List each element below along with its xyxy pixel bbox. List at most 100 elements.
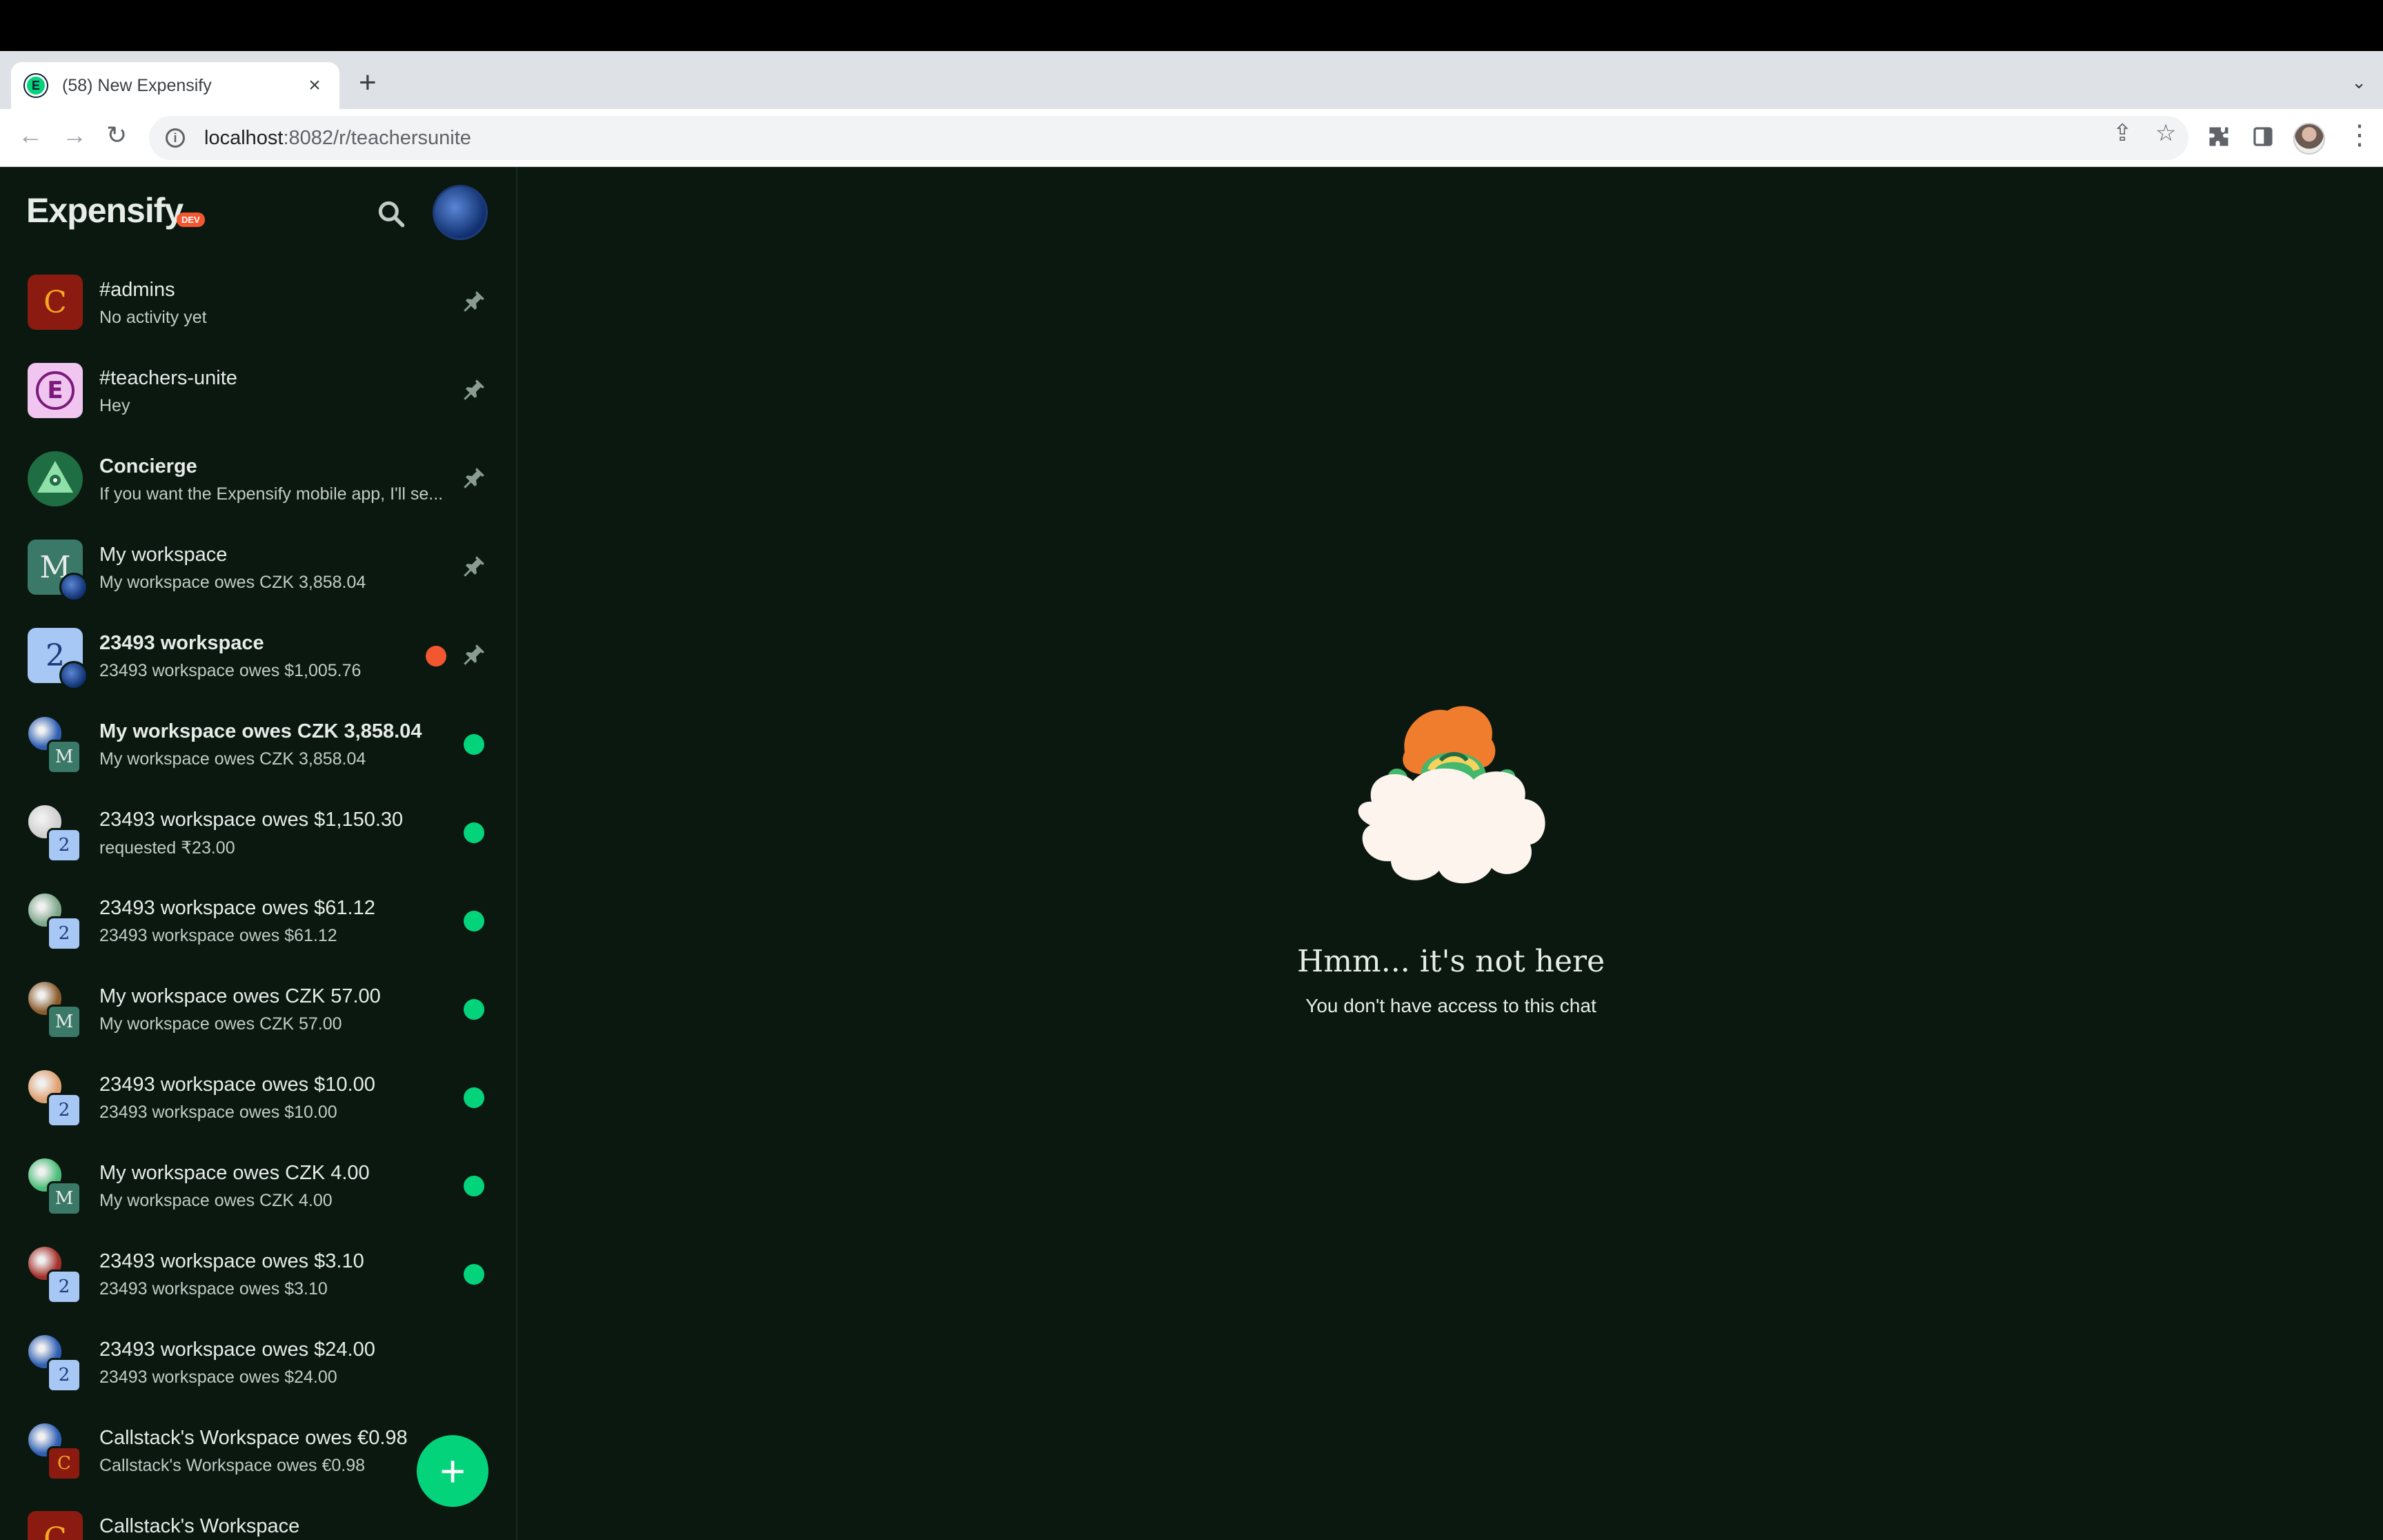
owner-avatar: [59, 573, 88, 602]
url-host: localhost: [204, 126, 284, 149]
action-required-dot: [464, 999, 484, 1020]
tab-search-chevron-icon[interactable]: ⌄: [2351, 72, 2366, 93]
address-bar[interactable]: i localhost:8082/r/teachersunite: [149, 116, 2188, 160]
browser-tab[interactable]: E (58) New Expensify ×: [11, 62, 339, 109]
chat-preview: 23493 workspace owes $3.10: [99, 1279, 328, 1299]
unread-error-dot: [426, 646, 446, 667]
expensify-logo: Expensify: [26, 191, 184, 230]
tab-close-icon[interactable]: ×: [304, 74, 326, 97]
chat-preview: My workspace owes CZK 3,858.04: [99, 749, 366, 769]
chat-row[interactable]: C #admins No activity yet: [0, 258, 516, 346]
chat-title: My workspace owes CZK 4.00: [99, 1162, 370, 1184]
url-path: :8082/r/teachersunite: [283, 126, 471, 149]
chat-preview: My workspace owes CZK 4.00: [99, 1191, 333, 1210]
chat-preview: My workspace owes CZK 57.00: [99, 1014, 342, 1034]
chat-row[interactable]: 2 23493 workspace 23493 workspace owes $1,…: [0, 611, 516, 700]
chat-preview: Callstack's Workspace owes €0.98: [99, 1456, 366, 1475]
chat-title: #admins: [99, 279, 175, 301]
chat-title: 23493 workspace owes $1,150.30: [99, 809, 404, 831]
pin-icon: [461, 465, 487, 495]
chat-row[interactable]: M My workspace owes CZK 57.00 My workspace…: [0, 965, 516, 1053]
chat-title: Concierge: [99, 455, 197, 477]
browser-menu-icon[interactable]: ⋮: [2346, 121, 2373, 149]
chat-preview: If you want the Expensify mobile app, I'…: [99, 484, 444, 504]
chat-title: 23493 workspace: [99, 632, 264, 654]
forward-arrow-icon[interactable]: →: [62, 123, 87, 148]
chat-row[interactable]: M My workspace owes CZK 3,858.04 My worksp…: [0, 700, 516, 788]
chat-avatar: E: [28, 363, 83, 418]
new-tab-icon[interactable]: +: [359, 68, 377, 98]
chat-sidebar: Expensify DEV C #admins No activity yet E #t…: [0, 167, 517, 1540]
expensify-app: Expensify DEV C #admins No activity yet E #t…: [0, 167, 2383, 1540]
chat-row[interactable]: M My workspace My workspace owes CZK 3,858…: [0, 523, 516, 611]
pin-icon: [461, 377, 487, 406]
pin-icon: [461, 642, 487, 671]
back-arrow-icon[interactable]: ←: [18, 123, 43, 148]
chat-preview: 23493 workspace owes $10.00: [99, 1103, 337, 1122]
no-access-message: You don't have access to this chat: [1305, 995, 1596, 1016]
chat-avatar: C: [28, 275, 83, 330]
chat-row[interactable]: 2 23493 workspace owes $24.00 23493 worksp…: [0, 1318, 516, 1406]
chat-title: 23493 workspace owes $3.10: [99, 1250, 364, 1272]
chat-title: 23493 workspace owes $61.12: [99, 897, 375, 919]
reload-icon[interactable]: ↻: [106, 123, 127, 148]
browser-profile-avatar[interactable]: [2293, 123, 2325, 155]
workspace-avatar: 2: [47, 1358, 81, 1392]
side-panel-icon[interactable]: [2252, 126, 2274, 148]
bookmark-star-icon[interactable]: ☆: [2155, 121, 2176, 145]
dev-badge: DEV: [177, 213, 205, 227]
chat-title: 23493 workspace owes $24.00: [99, 1339, 375, 1361]
not-found-illustration-icon: [1358, 706, 1545, 884]
tab-title: (58) New Expensify: [62, 75, 212, 95]
chat-row[interactable]: E #teachers-unite Hey: [0, 346, 516, 435]
pin-icon: [461, 288, 487, 318]
workspace-avatar: 2: [47, 1270, 81, 1304]
chat-row[interactable]: 2 23493 workspace owes $10.00 23493 worksp…: [0, 1053, 516, 1141]
global-create-button[interactable]: +: [417, 1435, 488, 1507]
action-required-dot: [464, 734, 484, 755]
action-required-dot: [464, 1176, 484, 1196]
expensify-favicon-icon: E: [25, 75, 47, 97]
chat-row[interactable]: 2 23493 workspace owes $3.10 23493 workspa…: [0, 1230, 516, 1318]
owner-avatar: [59, 661, 88, 690]
chat-title: My workspace owes CZK 57.00: [99, 985, 381, 1007]
action-required-dot: [464, 1264, 484, 1285]
chat-preview: Hey: [99, 396, 130, 415]
chat-row[interactable]: 2 23493 workspace owes $61.12 23493 worksp…: [0, 876, 516, 965]
workspace-avatar: M: [47, 740, 81, 774]
chat-title: My workspace: [99, 544, 228, 566]
workspace-avatar: C: [47, 1446, 81, 1481]
os-top-bar: [0, 0, 2383, 51]
chat-row[interactable]: 2 23493 workspace owes $1,150.30 requested…: [0, 788, 516, 876]
workspace-avatar: 2: [47, 828, 81, 862]
chat-title: #teachers-unite: [99, 367, 237, 389]
chat-row[interactable]: M My workspace owes CZK 4.00 My workspace …: [0, 1141, 516, 1230]
chat-preview: 23493 workspace owes $24.00: [99, 1368, 337, 1387]
search-icon[interactable]: [376, 199, 406, 229]
concierge-avatar: [28, 451, 83, 506]
chat-avatar: C: [28, 1511, 83, 1540]
chat-title: 23493 workspace owes $10.00: [99, 1074, 375, 1096]
browser-tab-strip: E (58) New Expensify ×: [0, 51, 2383, 109]
pin-icon: [461, 553, 487, 583]
workspace-avatar: M: [47, 1005, 81, 1039]
chat-title: Callstack's Workspace owes €0.98: [99, 1427, 408, 1449]
workspace-avatar: M: [47, 1181, 81, 1216]
action-required-dot: [464, 911, 484, 931]
not-here-title: Hmm... it's not here: [1296, 944, 1605, 979]
extensions-puzzle-icon[interactable]: [2206, 124, 2231, 149]
chat-preview: requested ₹23.00: [99, 838, 235, 858]
action-required-dot: [464, 822, 484, 843]
chat-preview: 23493 workspace owes $1,005.76: [99, 661, 362, 680]
share-icon[interactable]: ⇪: [2113, 121, 2133, 145]
site-info-icon[interactable]: i: [166, 128, 185, 148]
workspace-avatar: 2: [47, 916, 81, 951]
chat-row[interactable]: Concierge If you want the Expensify mobil…: [0, 435, 516, 523]
action-required-dot: [464, 1087, 484, 1108]
report-screen: Hmm... it's not here You don't have acce…: [519, 167, 2383, 1540]
user-avatar[interactable]: [433, 185, 488, 240]
workspace-avatar: 2: [47, 1093, 81, 1127]
chat-preview: No activity yet: [99, 308, 207, 327]
chat-title: My workspace owes CZK 3,858.04: [99, 720, 422, 742]
browser-toolbar: ← → ↻ i localhost:8082/r/teachersunite ⇪…: [0, 109, 2383, 167]
